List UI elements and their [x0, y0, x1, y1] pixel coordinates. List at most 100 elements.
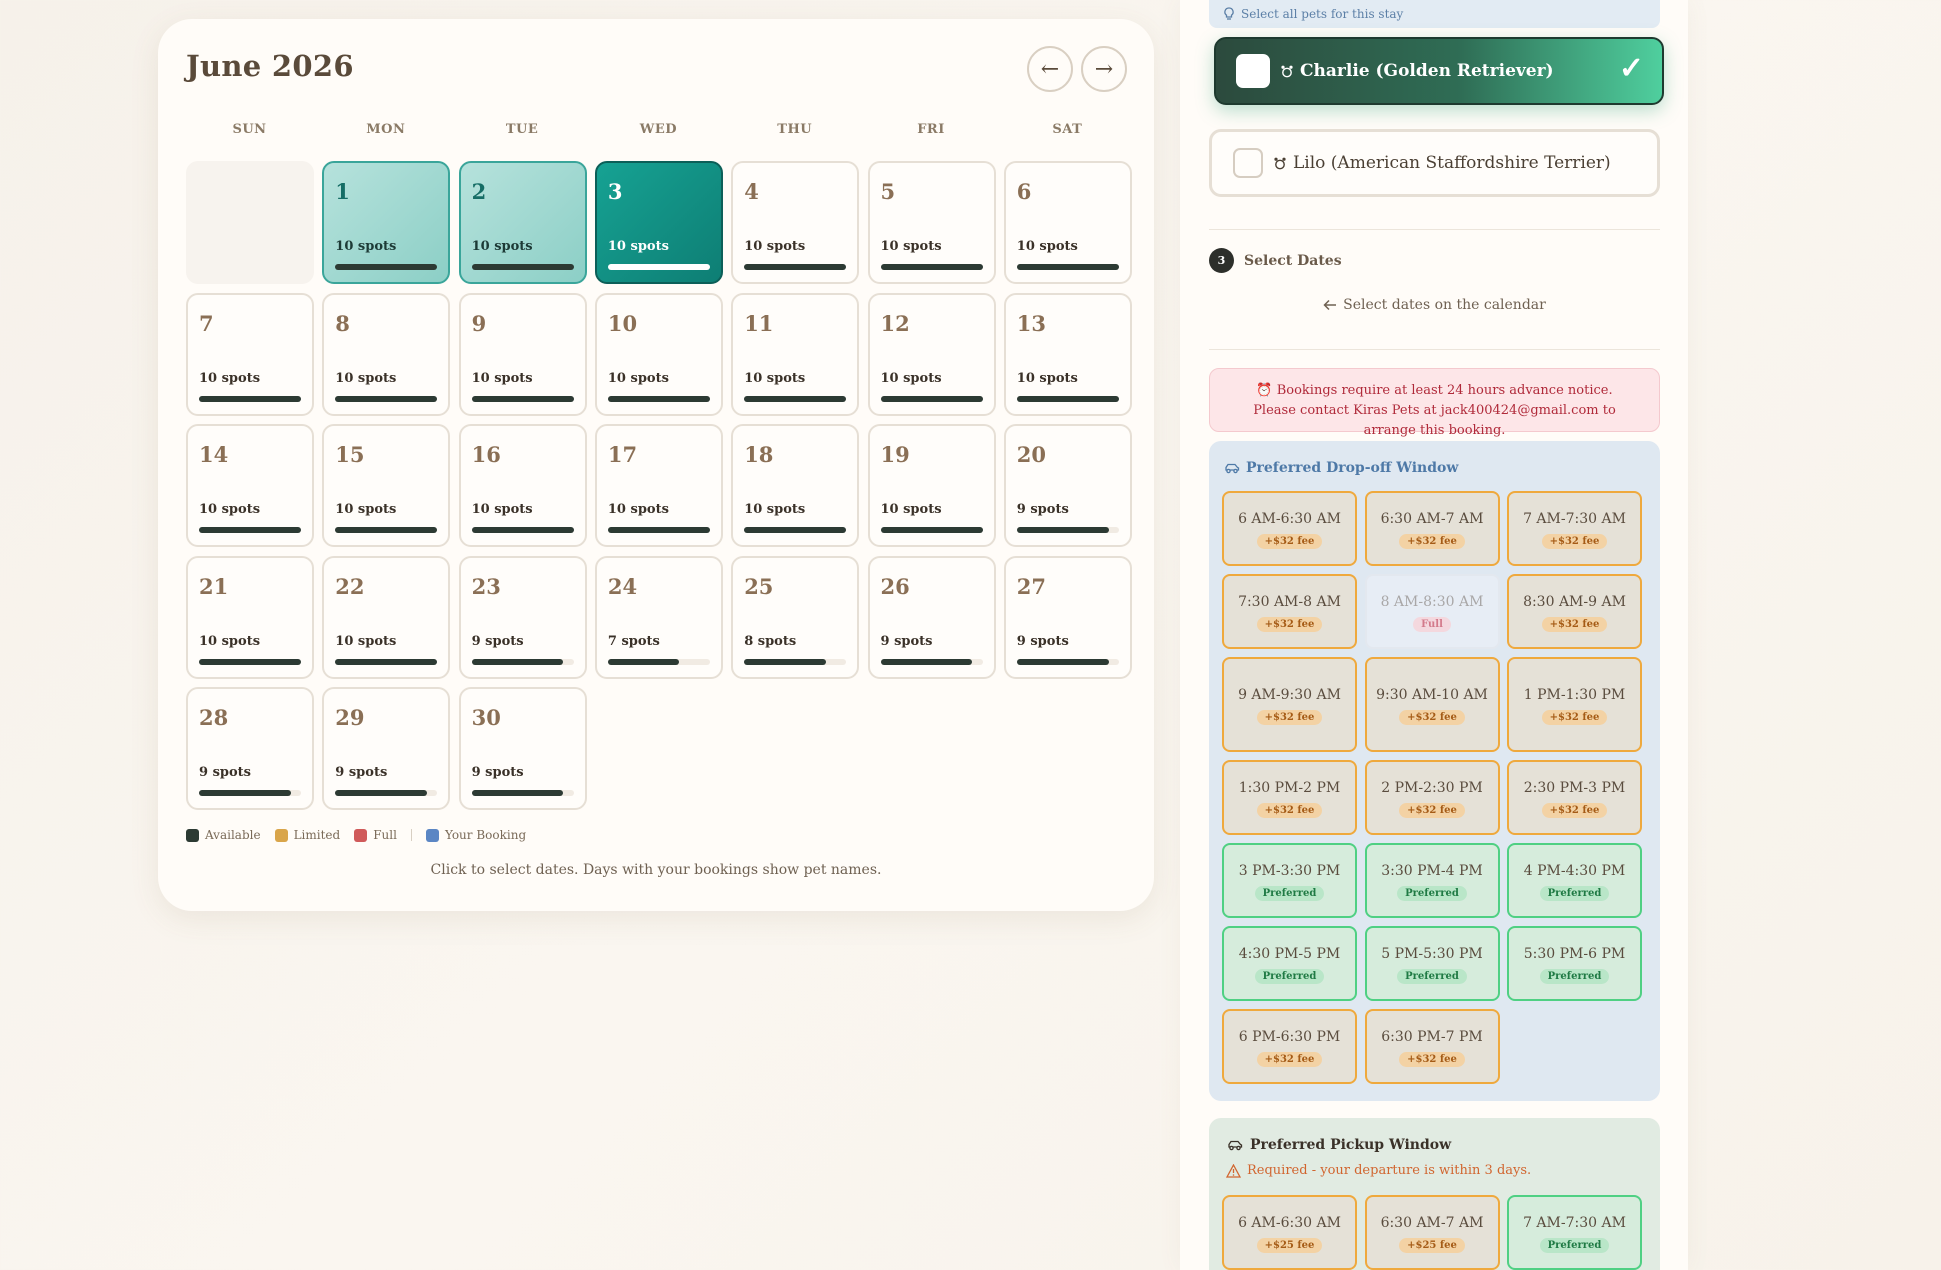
- day-spots-available: 10 spots: [880, 370, 942, 386]
- slot-time: 6 AM-6:30 AM: [1238, 1214, 1341, 1231]
- time-slot[interactable]: 6:30 AM-7 AM +$25 fee: [1364, 1195, 1500, 1270]
- capacity-bar-track: [471, 790, 574, 796]
- day-spots-available: 7 spots: [607, 633, 660, 649]
- calendar-day-28[interactable]: 28 9 spots: [186, 687, 314, 810]
- day-spots-available: 10 spots: [744, 370, 806, 386]
- next-month-button[interactable]: →: [1081, 46, 1127, 92]
- pets-hint-text: Select all pets for this stay: [1241, 7, 1404, 21]
- calendar-day-12[interactable]: 12 10 spots: [867, 292, 996, 416]
- capacity-bar: [471, 527, 574, 533]
- capacity-bar: [744, 527, 847, 533]
- calendar-day-19[interactable]: 19 10 spots: [867, 424, 996, 547]
- time-slot[interactable]: 5:30 PM-6 PM Preferred: [1507, 926, 1642, 1001]
- calendar-day-25[interactable]: 25 8 spots: [731, 555, 860, 679]
- time-slot[interactable]: 2 PM-2:30 PM +$32 fee: [1364, 760, 1500, 835]
- calendar-day-27[interactable]: 27 9 spots: [1003, 555, 1132, 679]
- legend-label: Your Booking: [444, 828, 527, 842]
- day-spots-available: 9 spots: [471, 765, 524, 780]
- time-slot[interactable]: 9:30 AM-10 AM +$32 fee: [1364, 657, 1500, 752]
- time-slot[interactable]: 8:30 AM-9 AM +$32 fee: [1507, 574, 1642, 649]
- pet-option-lilo[interactable]: Lilo (American Staffordshire Terrier): [1209, 129, 1660, 197]
- weekday-label: TUE: [505, 122, 539, 137]
- time-slot[interactable]: 3 PM-3:30 PM Preferred: [1222, 843, 1357, 918]
- day-spots-available: 10 spots: [335, 239, 397, 254]
- day-number: 22: [335, 573, 365, 599]
- day-number: 4: [744, 179, 759, 204]
- calendar-day-8[interactable]: 8 10 spots: [322, 292, 451, 416]
- time-slot[interactable]: 3:30 PM-4 PM Preferred: [1364, 843, 1500, 918]
- capacity-bar: [335, 264, 438, 270]
- day-number: 15: [335, 442, 365, 467]
- time-slot[interactable]: 7 AM-7:30 AM +$32 fee: [1507, 491, 1642, 566]
- calendar-day-3[interactable]: 3 10 spots: [594, 161, 723, 284]
- capacity-bar: [1016, 527, 1109, 533]
- time-slot: 8 AM-8:30 AM Full: [1364, 574, 1500, 649]
- time-slot[interactable]: 6:30 AM-7 AM +$32 fee: [1364, 491, 1500, 566]
- calendar-day-18[interactable]: 18 10 spots: [731, 424, 860, 547]
- day-spots-available: 9 spots: [1016, 502, 1069, 517]
- time-slot[interactable]: 1:30 PM-2 PM +$32 fee: [1222, 760, 1357, 835]
- time-slot[interactable]: 7:30 AM-8 AM +$32 fee: [1222, 574, 1357, 649]
- calendar-day-6[interactable]: 6 10 spots: [1003, 161, 1132, 284]
- calendar-day-10[interactable]: 10 10 spots: [594, 292, 723, 416]
- divider: [1209, 349, 1660, 350]
- calendar-day-29[interactable]: 29 9 spots: [322, 687, 451, 810]
- day-spots-available: 9 spots: [335, 765, 388, 780]
- time-slot[interactable]: 6 PM-6:30 PM +$32 fee: [1222, 1009, 1357, 1084]
- calendar-day-22[interactable]: 22 10 spots: [322, 555, 451, 679]
- calendar-day-9[interactable]: 9 10 spots: [458, 292, 587, 416]
- time-slot[interactable]: 1 PM-1:30 PM +$32 fee: [1507, 657, 1642, 752]
- calendar-day-26[interactable]: 26 9 spots: [867, 555, 996, 679]
- select-dates-hint-text: Select dates on the calendar: [1343, 297, 1546, 313]
- slot-time: 3:30 PM-4 PM: [1381, 862, 1483, 879]
- time-slot[interactable]: 6 AM-6:30 AM +$25 fee: [1222, 1195, 1357, 1270]
- capacity-bar-track: [880, 658, 983, 665]
- calendar-day-11[interactable]: 11 10 spots: [731, 292, 860, 416]
- pet-checkbox[interactable]: [1233, 148, 1263, 178]
- calendar-day-5[interactable]: 5 10 spots: [867, 161, 996, 284]
- calendar-day-4[interactable]: 4 10 spots: [731, 161, 860, 284]
- calendar-day-16[interactable]: 16 10 spots: [458, 424, 587, 547]
- time-slot[interactable]: 6 AM-6:30 AM +$32 fee: [1222, 491, 1357, 566]
- calendar-day-13[interactable]: 13 10 spots: [1003, 292, 1132, 416]
- day-spots-available: 10 spots: [335, 633, 397, 649]
- time-slot[interactable]: 4:30 PM-5 PM Preferred: [1222, 926, 1357, 1001]
- capacity-bar: [1016, 395, 1119, 402]
- capacity-bar-track: [335, 658, 438, 665]
- capacity-bar: [199, 790, 291, 796]
- warning-icon: [1226, 1163, 1241, 1178]
- slot-time: 7:30 AM-8 AM: [1238, 593, 1341, 610]
- legend-swatch: [425, 828, 439, 842]
- calendar-day-20[interactable]: 20 9 spots: [1003, 424, 1132, 547]
- capacity-bar-track: [607, 395, 710, 402]
- calendar-day-2[interactable]: 2 10 spots: [458, 161, 587, 284]
- day-spots-available: 10 spots: [607, 502, 669, 517]
- calendar-day-14[interactable]: 14 10 spots: [186, 424, 314, 547]
- time-slot[interactable]: 6:30 PM-7 PM +$32 fee: [1364, 1009, 1500, 1084]
- fee-badge: +$32 fee: [1256, 709, 1323, 725]
- calendar-day-17[interactable]: 17 10 spots: [594, 424, 723, 547]
- pet-checkbox[interactable]: [1236, 54, 1270, 88]
- calendar-day-30[interactable]: 30 9 spots: [458, 687, 587, 810]
- pet-option-charlie[interactable]: Charlie (Golden Retriever) ✓: [1214, 37, 1664, 105]
- day-number: 1: [335, 179, 350, 204]
- time-slot[interactable]: 5 PM-5:30 PM Preferred: [1364, 926, 1500, 1001]
- day-number: 30: [471, 705, 501, 730]
- calendar-day-15[interactable]: 15 10 spots: [322, 424, 451, 547]
- calendar-day-1[interactable]: 1 10 spots: [322, 161, 451, 284]
- pet-name: Charlie (Golden Retriever): [1300, 61, 1554, 81]
- weekday-header: SUN MON TUE WED THU FRI SAT: [186, 122, 1127, 142]
- time-slot[interactable]: 9 AM-9:30 AM +$32 fee: [1222, 657, 1357, 752]
- time-slot[interactable]: 2:30 PM-3 PM +$32 fee: [1507, 760, 1642, 835]
- day-number: 14: [199, 442, 229, 467]
- time-slot[interactable]: 7 AM-7:30 AM Preferred: [1507, 1195, 1642, 1270]
- calendar-day-24[interactable]: 24 7 spots: [594, 555, 723, 679]
- slot-time: 9:30 AM-10 AM: [1376, 686, 1488, 703]
- calendar-day-23[interactable]: 23 9 spots: [458, 555, 587, 679]
- time-slot[interactable]: 4 PM-4:30 PM Preferred: [1507, 843, 1642, 918]
- calendar-day-21[interactable]: 21 10 spots: [186, 555, 314, 679]
- calendar-day-7[interactable]: 7 10 spots: [186, 292, 314, 416]
- slot-time: 2 PM-2:30 PM: [1381, 779, 1483, 796]
- prev-month-button[interactable]: ←: [1027, 46, 1073, 92]
- fee-badge: +$32 fee: [1399, 533, 1465, 549]
